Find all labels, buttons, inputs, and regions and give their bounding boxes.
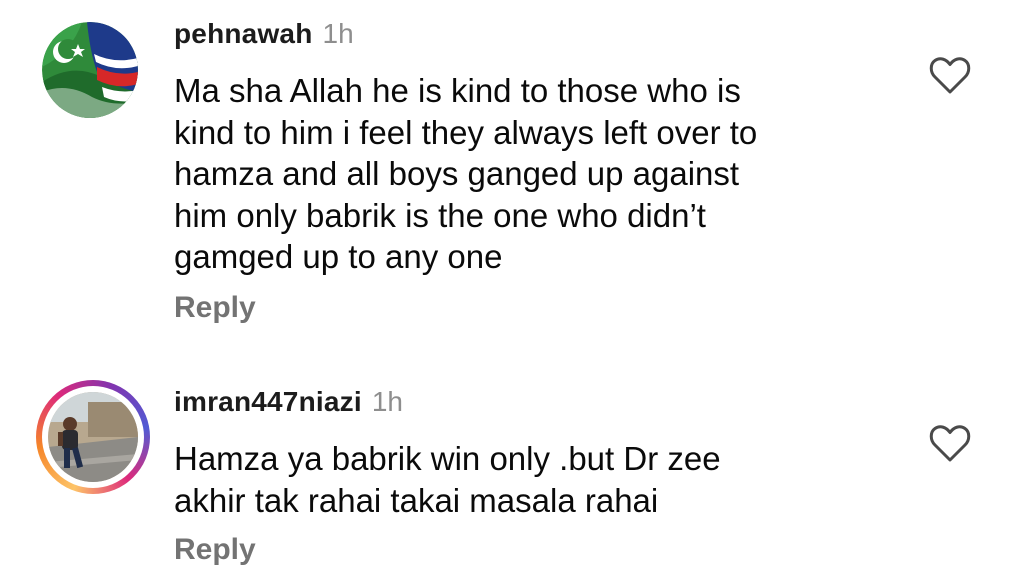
- heart-outline-icon[interactable]: [929, 56, 971, 96]
- comment-text: Ma sha Allah he is kind to those who is …: [174, 70, 894, 278]
- profile-photo-avatar-icon: [48, 392, 138, 482]
- username[interactable]: pehnawah: [174, 18, 313, 49]
- reply-button[interactable]: Reply: [174, 532, 256, 568]
- comment-text: Hamza ya babrik win only .but Dr zee akh…: [174, 438, 894, 521]
- flag-avatar-icon[interactable]: [42, 22, 138, 118]
- comment-text-line: hamza and all boys ganged up against: [174, 155, 740, 192]
- story-ring[interactable]: [36, 380, 150, 494]
- comment-text-line: him only babrik is the one who didn’t: [174, 196, 706, 234]
- comment-text-line: Ma sha Allah he is kind to those who is: [174, 72, 741, 109]
- comment-meta: imran447niazi 1h: [174, 385, 403, 419]
- comment-text-line: gamged up to any one: [174, 238, 503, 275]
- comment-text-line: Hamza ya babrik win only .but Dr zee: [174, 440, 721, 477]
- reply-button[interactable]: Reply: [174, 290, 256, 326]
- comment-meta: pehnawah 1h: [174, 17, 354, 51]
- comment-text-line: akhir tak rahai takai masala rahai: [174, 481, 659, 519]
- timestamp: 1h: [371, 386, 403, 417]
- heart-outline-icon[interactable]: [929, 424, 971, 464]
- timestamp: 1h: [322, 18, 354, 49]
- comment-text-line: kind to him i feel they always left over…: [174, 113, 758, 151]
- username[interactable]: imran447niazi: [174, 386, 362, 417]
